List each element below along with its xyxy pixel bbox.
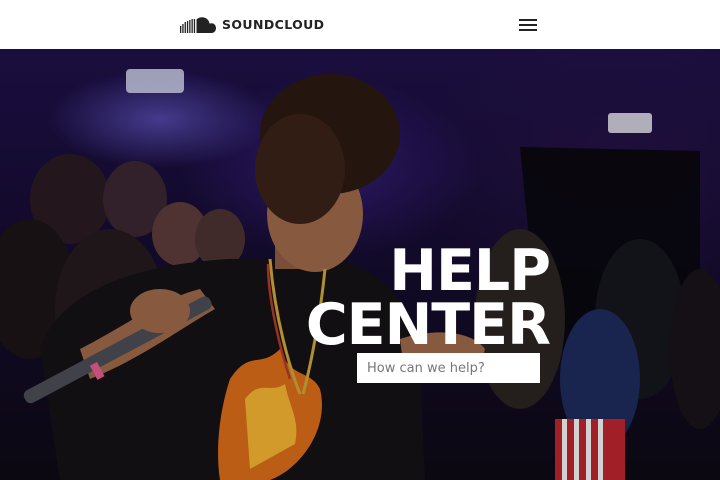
hero-banner: HELP CENTER [0, 49, 720, 480]
soundcloud-logo[interactable]: SOUNDCLOUD [180, 16, 324, 34]
soundcloud-cloud-icon [180, 17, 216, 33]
hamburger-menu-icon [519, 19, 537, 21]
top-header: SOUNDCLOUD [0, 0, 720, 49]
brand-wordmark: SOUNDCLOUD [222, 17, 325, 32]
title-line-center: CENTER [305, 292, 551, 358]
menu-button[interactable] [515, 14, 541, 36]
page-title: HELP CENTER [300, 238, 551, 358]
help-search-input[interactable] [357, 353, 540, 383]
title-line-help: HELP [389, 238, 551, 304]
